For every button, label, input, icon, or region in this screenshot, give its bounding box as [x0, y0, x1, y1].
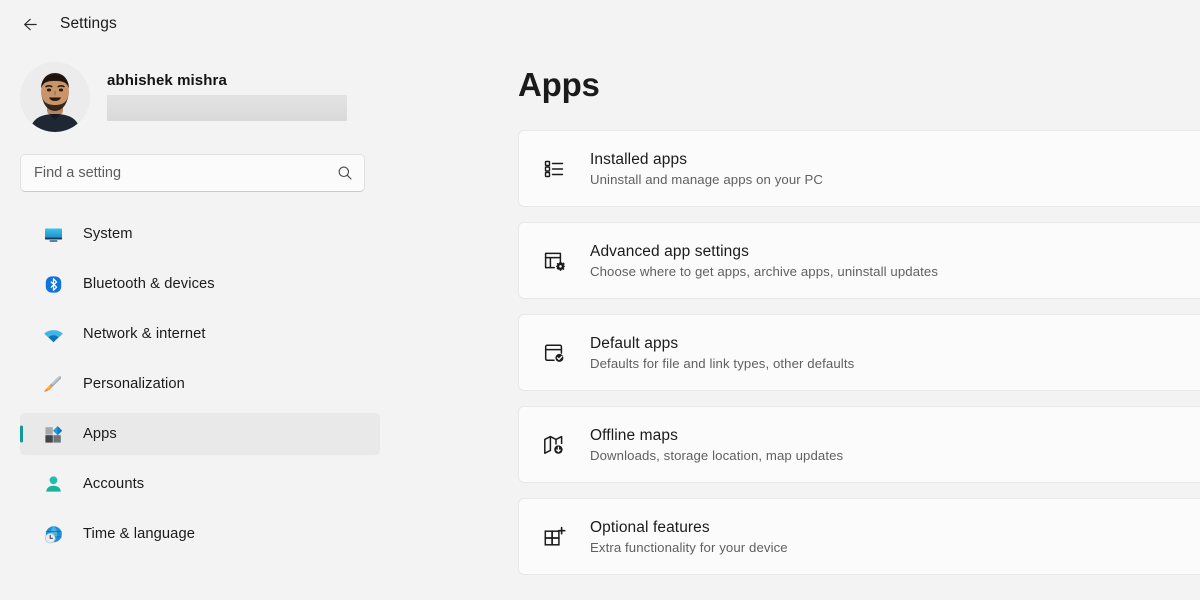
- search-input[interactable]: [34, 165, 337, 181]
- sidebar-item-label: Network & internet: [83, 326, 206, 342]
- sidebar-item-label: Time & language: [83, 526, 195, 542]
- account-block[interactable]: abhishek mishra: [0, 48, 400, 132]
- account-email-redacted: [107, 95, 347, 121]
- card-offline-maps[interactable]: Offline maps Downloads, storage location…: [518, 406, 1200, 483]
- sidebar-nav: System Bluetooth & devices Network & int…: [0, 213, 400, 555]
- back-arrow-icon: [19, 15, 38, 34]
- monitor-icon: [42, 223, 64, 245]
- person-icon: [42, 473, 64, 495]
- page-title: Apps: [518, 66, 600, 103]
- sidebar-item-label: Personalization: [83, 376, 185, 392]
- card-title: Default apps: [590, 334, 679, 352]
- card-title: Installed apps: [590, 150, 688, 168]
- app-title: Settings: [60, 15, 117, 32]
- card-text: Offline maps Downloads, storage location…: [590, 427, 843, 463]
- card-subtitle: Uninstall and manage apps on your PC: [590, 171, 824, 187]
- sidebar-item-system[interactable]: System: [20, 213, 380, 255]
- sidebar-item-network-internet[interactable]: Network & internet: [20, 313, 380, 355]
- avatar: [20, 61, 90, 132]
- sidebar-item-label: Bluetooth & devices: [83, 276, 215, 292]
- sidebar-item-bluetooth-devices[interactable]: Bluetooth & devices: [20, 263, 380, 305]
- card-text: Optional features Extra functionality fo…: [590, 519, 788, 555]
- settings-window: Settings abhishek mishra Find a setting …: [0, 0, 1200, 600]
- sidebar-item-label: Accounts: [83, 476, 145, 492]
- globe-clock-icon: [42, 523, 64, 545]
- card-title: Offline maps: [590, 426, 678, 444]
- settings-card-list: Installed apps Uninstall and manage apps…: [400, 130, 1200, 575]
- map-download-icon: [541, 432, 567, 458]
- account-name: abhishek mishra: [107, 72, 227, 89]
- sidebar-item-apps[interactable]: Apps: [20, 413, 380, 455]
- search-icon[interactable]: [337, 165, 353, 181]
- card-installed-apps[interactable]: Installed apps Uninstall and manage apps…: [518, 130, 1200, 207]
- account-text: abhishek mishra: [107, 72, 347, 121]
- card-text: Installed apps Uninstall and manage apps…: [590, 151, 823, 187]
- card-optional-features[interactable]: Optional features Extra functionality fo…: [518, 498, 1200, 575]
- card-text: Default apps Defaults for file and link …: [590, 335, 854, 371]
- card-title: Optional features: [590, 518, 710, 536]
- grid-plus-icon: [541, 524, 567, 550]
- card-advanced-app-settings[interactable]: Advanced app settings Choose where to ge…: [518, 222, 1200, 299]
- titlebar: Settings: [0, 0, 1200, 48]
- sidebar: abhishek mishra Find a setting System Bl…: [0, 48, 400, 600]
- sidebar-item-personalization[interactable]: Personalization: [20, 363, 380, 405]
- list-items-icon: [541, 156, 567, 182]
- sidebar-item-time-language[interactable]: Time & language: [20, 513, 380, 555]
- sidebar-item-accounts[interactable]: Accounts: [20, 463, 380, 505]
- card-subtitle: Downloads, storage location, map updates: [590, 447, 844, 463]
- card-subtitle: Choose where to get apps, archive apps, …: [590, 263, 939, 279]
- card-title: Advanced app settings: [590, 242, 749, 260]
- back-button[interactable]: [12, 8, 44, 40]
- app-window-gear-icon: [541, 248, 567, 274]
- bluetooth-icon: [42, 273, 64, 295]
- wifi-icon: [42, 323, 64, 345]
- paintbrush-icon: [42, 373, 64, 395]
- sidebar-item-label: System: [83, 226, 133, 242]
- card-default-apps[interactable]: Default apps Defaults for file and link …: [518, 314, 1200, 391]
- card-text: Advanced app settings Choose where to ge…: [590, 243, 938, 279]
- search-box[interactable]: [20, 154, 365, 192]
- sidebar-item-label: Apps: [83, 426, 117, 442]
- card-subtitle: Defaults for file and link types, other …: [590, 355, 855, 371]
- card-subtitle: Extra functionality for your device: [590, 539, 788, 555]
- window-checkmark-icon: [541, 340, 567, 366]
- apps-blocks-icon: [42, 423, 64, 445]
- main-content: Apps Installed apps Uninstall and manage…: [400, 48, 1200, 600]
